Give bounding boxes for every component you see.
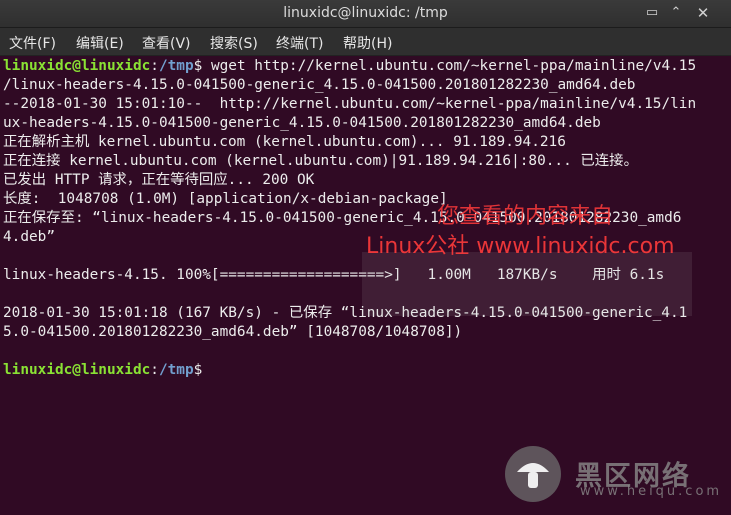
watermark-text: 您查看的内容来自 — [437, 204, 614, 229]
command-line: linuxidc@linuxidc:/tmp$ wget http://kern… — [3, 58, 697, 74]
watermark-url: Linux公社 www.linuxidc.com — [366, 234, 675, 259]
mushroom-logo-icon — [505, 446, 561, 502]
menu-edit[interactable]: 编辑(E) — [76, 33, 124, 53]
menu-bar: 文件(F) 编辑(E) 查看(V) 搜索(S) 终端(T) 帮助(H) — [0, 28, 731, 56]
prompt-line: linuxidc@linuxidc:/tmp$ — [3, 362, 203, 378]
terminal-output[interactable]: linuxidc@linuxidc:/tmp$ wget http://kern… — [0, 56, 731, 515]
output-line: 正在解析主机 kernel.ubuntu.com (kernel.ubuntu.… — [3, 134, 566, 150]
maximize-button[interactable]: ⌃ — [667, 4, 685, 22]
prompt-path: /tmp — [158, 58, 194, 74]
output-line: 长度: 1048708 (1.0M) [application/x-debian… — [3, 191, 448, 207]
prompt-user: linuxidc@linuxidc — [3, 58, 151, 74]
menu-view[interactable]: 查看(V) — [142, 33, 191, 53]
minimize-button[interactable]: ▭ — [643, 4, 661, 22]
title-bar[interactable]: linuxidc@linuxidc: /tmp ▭ ⌃ ✕ — [0, 0, 731, 28]
prompt-user: linuxidc@linuxidc — [3, 362, 151, 378]
output-line: 4.deb” — [3, 229, 55, 245]
menu-terminal[interactable]: 终端(T) — [276, 33, 323, 53]
terminal-window: linuxidc@linuxidc: /tmp ▭ ⌃ ✕ 文件(F) 编辑(E… — [0, 0, 731, 515]
output-line: 正在连接 kernel.ubuntu.com (kernel.ubuntu.co… — [3, 153, 638, 169]
watermark-box — [362, 252, 692, 316]
logo-url: www.heiqu.com — [580, 484, 723, 499]
output-line: ux-headers-4.15.0-041500-generic_4.15.0-… — [3, 115, 601, 131]
close-button[interactable]: ✕ — [694, 4, 712, 22]
window-title: linuxidc@linuxidc: /tmp — [283, 5, 448, 21]
prompt-symbol: $ — [193, 58, 203, 74]
menu-file[interactable]: 文件(F) — [9, 33, 56, 53]
menu-help[interactable]: 帮助(H) — [343, 33, 392, 53]
scrollbar[interactable] — [725, 56, 731, 515]
command-text: wget http://kernel.ubuntu.com/~kernel-pp… — [202, 58, 697, 74]
output-line: --2018-01-30 15:01:10-- http://kernel.ub… — [3, 96, 697, 112]
output-line: /linux-headers-4.15.0-041500-generic_4.1… — [3, 77, 636, 93]
output-line: 5.0-041500.201801282230_amd64.deb” [1048… — [3, 324, 463, 340]
menu-search[interactable]: 搜索(S) — [210, 33, 258, 53]
prompt-symbol: $ — [193, 362, 203, 378]
prompt-path: /tmp — [158, 362, 194, 378]
output-line: 已发出 HTTP 请求，正在等待回应... 200 OK — [3, 172, 315, 188]
